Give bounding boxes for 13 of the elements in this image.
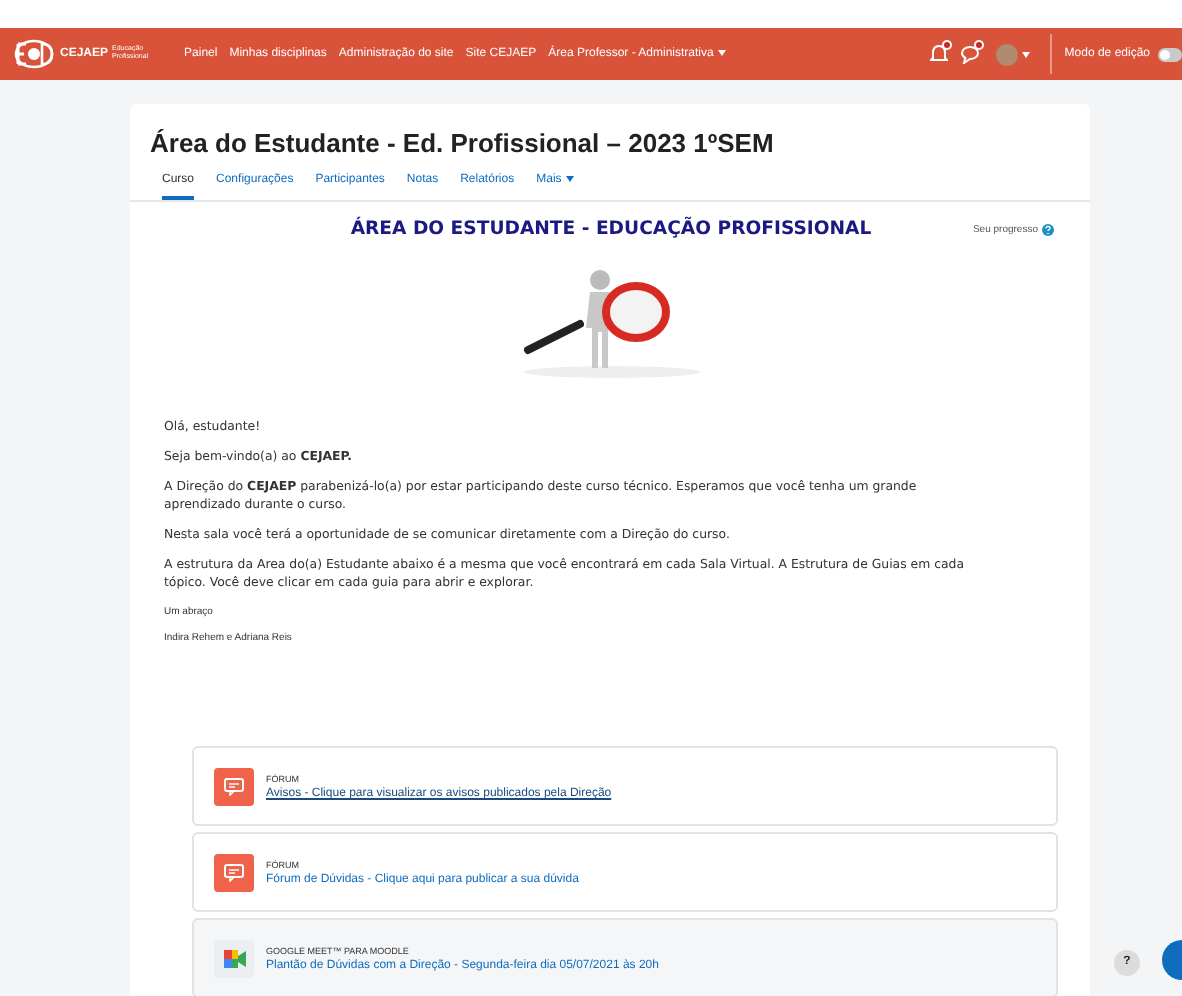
edit-mode-toggle[interactable] bbox=[1158, 47, 1182, 61]
chevron-down-icon bbox=[717, 49, 726, 56]
logo-icon bbox=[12, 38, 56, 70]
forum-icon bbox=[214, 767, 254, 806]
help-icon[interactable] bbox=[1042, 223, 1054, 235]
chevron-down-icon bbox=[565, 175, 574, 182]
forum-icon bbox=[214, 853, 254, 892]
video-camera-icon bbox=[214, 939, 254, 978]
course-title: Área do Estudante - Ed. Profissional – 2023 1ºSEM bbox=[150, 128, 776, 158]
chevron-down-icon[interactable] bbox=[1022, 51, 1031, 57]
notifications-icon[interactable] bbox=[930, 44, 949, 64]
section-heading: ÁREA DO ESTUDANTE - EDUCAÇÃO PROFISSIONAL bbox=[350, 218, 872, 240]
messages-icon[interactable] bbox=[960, 44, 981, 64]
